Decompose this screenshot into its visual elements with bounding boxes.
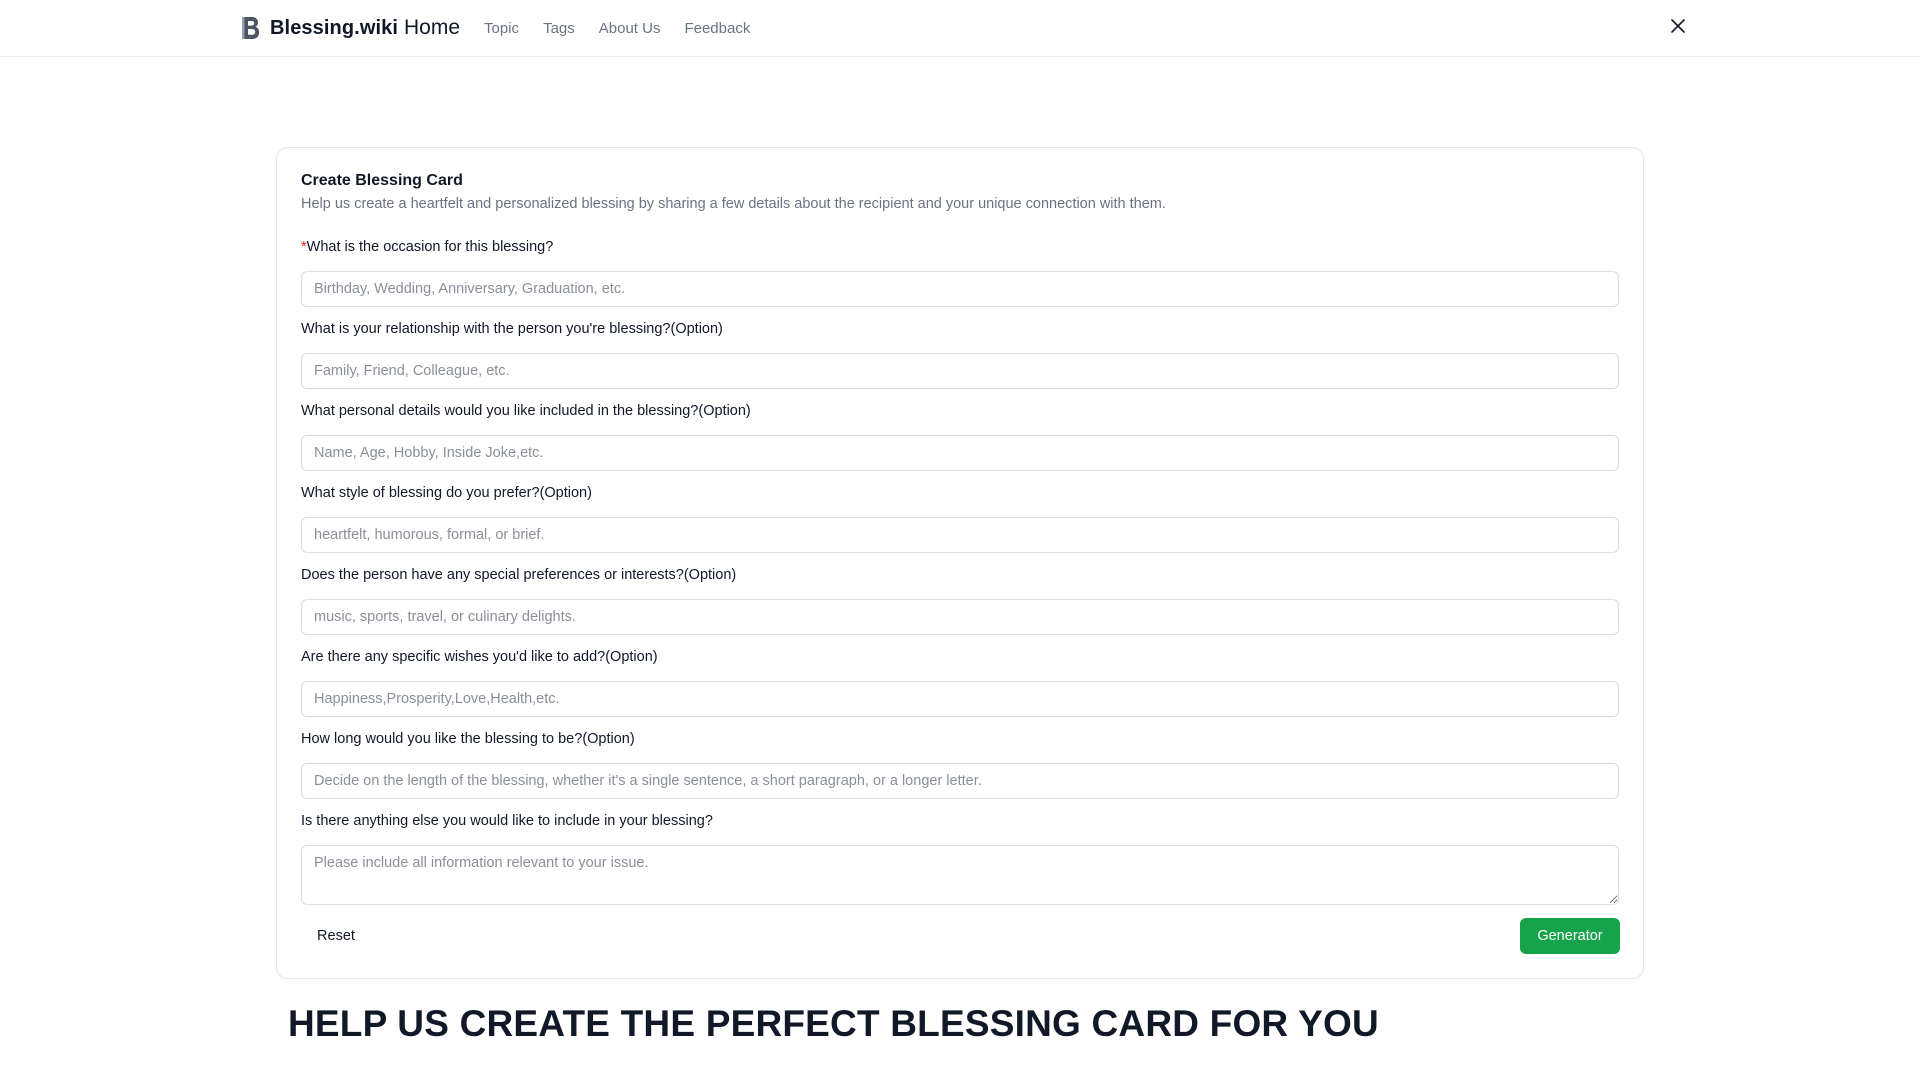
preferences-input[interactable] (301, 599, 1619, 635)
additional-info-label: Is there anything else you would like to… (301, 813, 713, 829)
preferences-label: Does the person have any special prefere… (301, 567, 737, 583)
card-title: Create Blessing Card (301, 172, 463, 189)
occasion-field: *What is the occasion for this blessing? (301, 237, 1619, 307)
wishes-field: Are there any specific wishes you'd like… (301, 647, 1619, 717)
length-label: How long would you like the blessing to … (301, 731, 635, 747)
page-heading: HELP US CREATE THE PERFECT BLESSING CARD… (288, 1003, 1379, 1044)
preferences-field: Does the person have any special prefere… (301, 565, 1619, 635)
wishes-input[interactable] (301, 681, 1619, 717)
personal-details-input[interactable] (301, 435, 1619, 471)
personal-details-field: What personal details would you like inc… (301, 401, 1619, 471)
additional-info-field: Is there anything else you would like to… (301, 811, 1619, 905)
reset-button[interactable]: Reset (301, 918, 371, 954)
relationship-input[interactable] (301, 353, 1619, 389)
nav-feedback[interactable]: Feedback (684, 20, 750, 37)
additional-info-textarea[interactable] (301, 845, 1619, 905)
brand-link[interactable]: Blessing.wiki (241, 15, 398, 41)
generator-button[interactable]: Generator (1520, 918, 1620, 954)
x-social-link[interactable] (1668, 18, 1688, 38)
style-field: What style of blessing do you prefer?(Op… (301, 483, 1619, 553)
card-description: Help us create a heartfelt and personali… (301, 196, 1166, 212)
nav-home[interactable]: Home (404, 16, 460, 40)
brand-name: Blessing.wiki (270, 16, 399, 39)
wishes-label: Are there any specific wishes you'd like… (301, 649, 658, 665)
occasion-label: *What is the occasion for this blessing? (301, 239, 554, 255)
main-nav: Home Topic Tags About Us Feedback (404, 0, 774, 56)
relationship-field: What is your relationship with the perso… (301, 319, 1619, 389)
nav-about-us[interactable]: About Us (599, 20, 661, 37)
blessing-logo-icon (241, 15, 261, 41)
style-input[interactable] (301, 517, 1619, 553)
personal-details-label: What personal details would you like inc… (301, 403, 751, 419)
relationship-label: What is your relationship with the perso… (301, 321, 723, 337)
occasion-input[interactable] (301, 271, 1619, 307)
style-label: What style of blessing do you prefer?(Op… (301, 485, 592, 501)
length-input[interactable] (301, 763, 1619, 799)
nav-tags[interactable]: Tags (543, 20, 575, 37)
top-navbar: Blessing.wiki Home Topic Tags About Us F… (0, 0, 1920, 57)
x-logo-icon (1671, 18, 1685, 38)
length-field: How long would you like the blessing to … (301, 729, 1619, 799)
create-blessing-card: Create Blessing Card Help us create a he… (276, 147, 1644, 979)
nav-topic[interactable]: Topic (484, 20, 519, 37)
